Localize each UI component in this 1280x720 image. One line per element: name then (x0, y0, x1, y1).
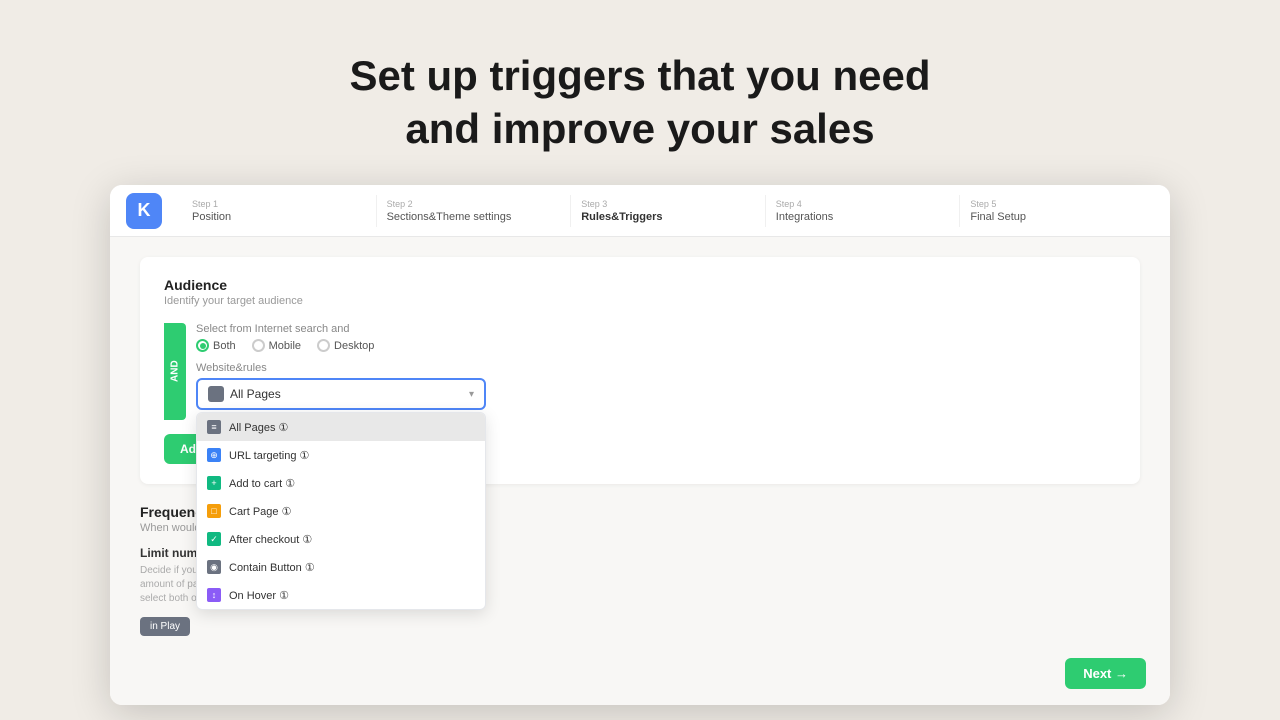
audience-card: Audience Identify your target audience A… (140, 257, 1140, 484)
radio-both-circle (196, 339, 209, 352)
radio-desktop-circle (317, 339, 330, 352)
step-2[interactable]: Step 2 Sections&Theme settings (377, 195, 572, 227)
radio-desktop[interactable]: Desktop (317, 339, 374, 352)
pages-dropdown-trigger[interactable]: All Pages ▾ (196, 378, 486, 410)
dropdown-item-5[interactable]: ◉ Contain Button ① (197, 553, 485, 581)
trigger-condition: Website&rules All Pages ▾ (196, 362, 1116, 410)
device-condition: Select from Internet search and Both Mob… (196, 323, 1116, 352)
dropdown-item-1[interactable]: ⊕ URL targeting ① (197, 441, 485, 469)
audience-subtitle: Identify your target audience (164, 295, 1116, 307)
main-content: Audience Identify your target audience A… (110, 237, 1170, 705)
device-radios: Both Mobile Desktop (196, 339, 1116, 352)
radio-both[interactable]: Both (196, 339, 236, 352)
dropdown-item-icon-2: + (207, 476, 221, 490)
dropdown-item-0[interactable]: ≡ All Pages ① (197, 413, 485, 441)
pages-dropdown-icon (208, 386, 224, 402)
step-5[interactable]: Step 5 Final Setup (960, 195, 1154, 227)
radio-mobile[interactable]: Mobile (252, 339, 301, 352)
dropdown-item-6[interactable]: ↕ On Hover ① (197, 581, 485, 609)
next-button[interactable]: Next → (1065, 658, 1146, 689)
audience-row: AND Select from Internet search and Both (164, 323, 1116, 420)
logo: K (126, 193, 162, 229)
audience-conditions: Select from Internet search and Both Mob… (196, 323, 1116, 420)
dropdown-item-icon-4: ✓ (207, 532, 221, 546)
radio-mobile-circle (252, 339, 265, 352)
in-play-area: in Play (140, 616, 1140, 636)
dropdown-item-4[interactable]: ✓ After checkout ① (197, 525, 485, 553)
step-3[interactable]: Step 3 Rules&Triggers (571, 195, 766, 227)
device-label: Select from Internet search and (196, 323, 1116, 335)
pages-dropdown-menu: ≡ All Pages ① ⊕ URL targeting ① + Add to… (196, 412, 486, 610)
steps-nav: Step 1 Position Step 2 Sections&Theme se… (182, 195, 1154, 227)
dropdown-item-icon-3: □ (207, 504, 221, 518)
dropdown-item-icon-5: ◉ (207, 560, 221, 574)
dropdown-arrow-icon: ▾ (469, 389, 474, 400)
dropdown-item-icon-6: ↕ (207, 588, 221, 602)
dropdown-item-3[interactable]: □ Cart Page ① (197, 497, 485, 525)
app-window: K Step 1 Position Step 2 Sections&Theme … (110, 185, 1170, 705)
audience-title: Audience (164, 277, 1116, 293)
hero-title-line1: Set up triggers that you need and improv… (349, 50, 930, 155)
dropdown-item-icon-1: ⊕ (207, 448, 221, 462)
dropdown-item-2[interactable]: + Add to cart ① (197, 469, 485, 497)
trigger-label: Website&rules (196, 362, 1116, 374)
top-nav: K Step 1 Position Step 2 Sections&Theme … (110, 185, 1170, 237)
in-play-button[interactable]: in Play (140, 617, 190, 636)
dropdown-item-icon-0: ≡ (207, 420, 221, 434)
hero-section: Set up triggers that you need and improv… (349, 50, 930, 155)
pages-dropdown-container: All Pages ▾ ≡ All Pages ① ⊕ (196, 378, 486, 410)
step-1[interactable]: Step 1 Position (182, 195, 377, 227)
and-bar: AND (164, 323, 186, 420)
step-4[interactable]: Step 4 Integrations (766, 195, 961, 227)
